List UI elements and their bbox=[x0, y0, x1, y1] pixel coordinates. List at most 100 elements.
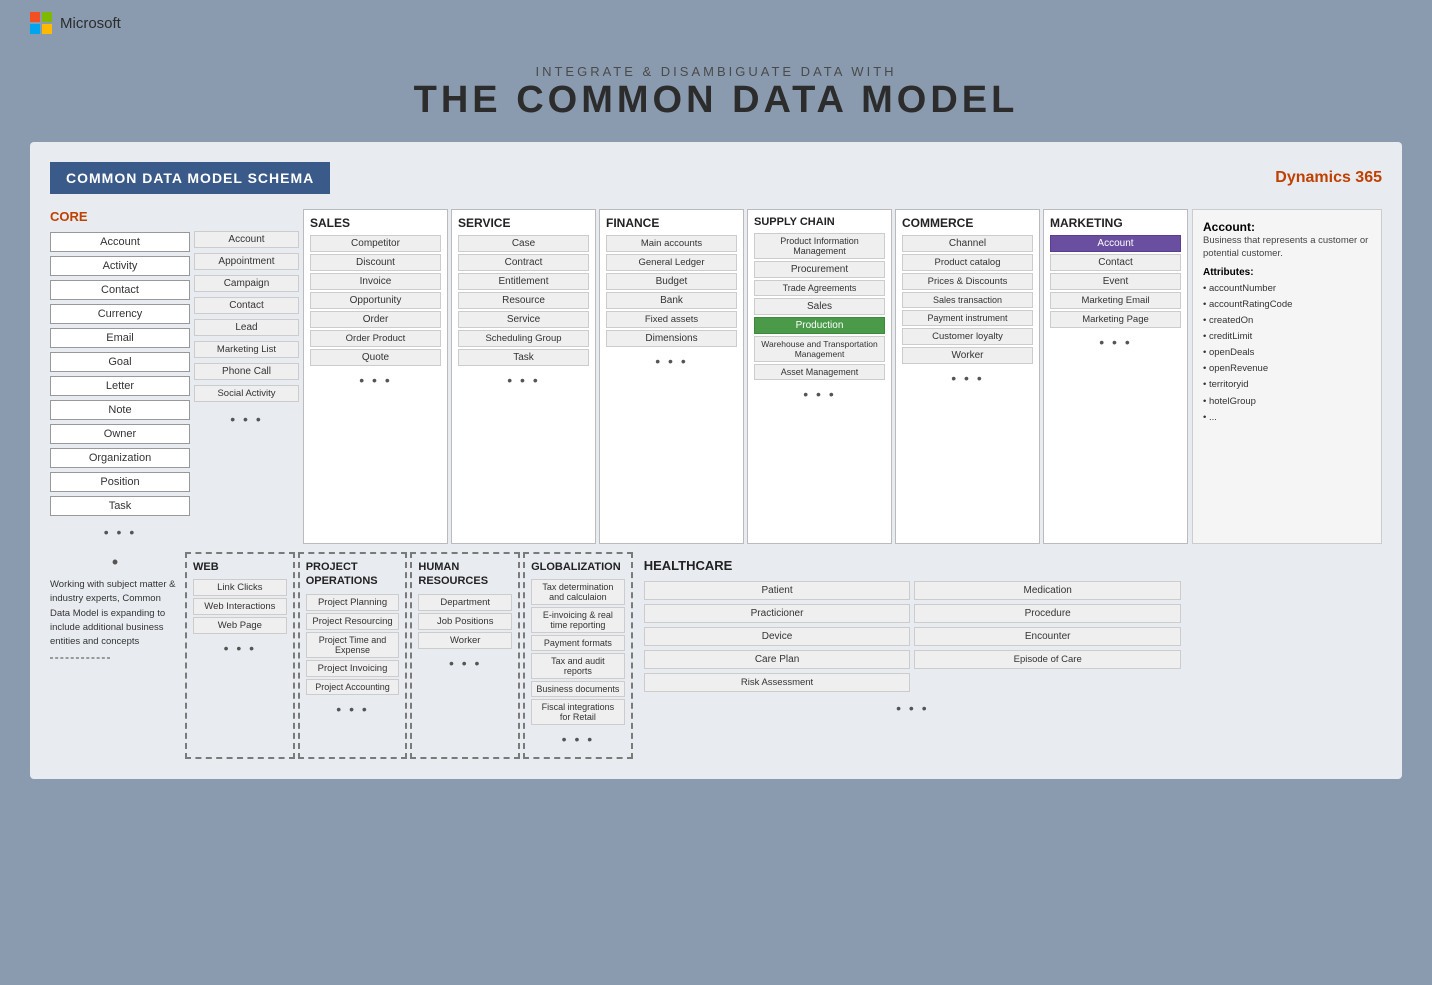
proj-invoicing: Project Invoicing bbox=[306, 660, 400, 677]
marketing-module-title: MARKETING bbox=[1050, 216, 1181, 230]
hr-more: • • • bbox=[418, 651, 512, 675]
core-item-note: Note bbox=[50, 400, 190, 420]
sc-product-info: Product Information Management bbox=[754, 233, 885, 259]
core-more: • • • bbox=[50, 520, 190, 544]
finance-module: FINANCE Main accounts General Ledger Bud… bbox=[599, 209, 744, 544]
glob-tax-audit: Tax and audit reports bbox=[531, 653, 625, 679]
commerce-prices: Prices & Discounts bbox=[902, 273, 1033, 290]
bottom-section: • Working with subject matter & industry… bbox=[50, 552, 1382, 759]
ms-square-green bbox=[42, 12, 52, 22]
sales-module-title: SALES bbox=[310, 216, 441, 230]
web-interactions: Web Interactions bbox=[193, 598, 287, 615]
module-columns: SALES Competitor Discount Invoice Opport… bbox=[303, 209, 1188, 544]
glob-biz-docs: Business documents bbox=[531, 681, 625, 697]
ms-square-blue bbox=[30, 24, 40, 34]
web-link-clicks: Link Clicks bbox=[193, 579, 287, 596]
web-module: WEB Link Clicks Web Interactions Web Pag… bbox=[185, 552, 295, 759]
finance-module-title: FINANCE bbox=[606, 216, 737, 230]
ms-square-yellow bbox=[42, 24, 52, 34]
sc-procurement: Procurement bbox=[754, 261, 885, 278]
core-label: CORE bbox=[50, 209, 190, 224]
service-case: Case bbox=[458, 235, 589, 252]
finance-fixed-assets: Fixed assets bbox=[606, 311, 737, 328]
dashed-boxes-group: WEB Link Clicks Web Interactions Web Pag… bbox=[185, 552, 633, 759]
sc-more: • • • bbox=[754, 382, 885, 406]
account-tooltip: Account: Business that represents a cust… bbox=[1192, 209, 1382, 544]
core-item-goal: Goal bbox=[50, 352, 190, 372]
main-container: COMMON DATA MODEL SCHEMA Dynamics 365 CO… bbox=[30, 142, 1402, 779]
service-service: Service bbox=[458, 311, 589, 328]
core-item-email: Email bbox=[50, 328, 190, 348]
glob-tax-det: Tax determination and calculaion bbox=[531, 579, 625, 605]
commerce-channel: Channel bbox=[902, 235, 1033, 252]
hr-job-positions: Job Positions bbox=[418, 613, 512, 630]
marketing-event: Event bbox=[1050, 273, 1181, 290]
finance-dimensions: Dimensions bbox=[606, 330, 737, 347]
attr-accountRatingCode: • accountRatingCode bbox=[1203, 297, 1371, 313]
finance-general-ledger: General Ledger bbox=[606, 254, 737, 271]
supply-chain-module: SUPPLY CHAIN Product Information Managem… bbox=[747, 209, 892, 544]
attr-createdOn: • createdOn bbox=[1203, 313, 1371, 329]
core-item-organization: Organization bbox=[50, 448, 190, 468]
account-tooltip-desc: Business that represents a customer or p… bbox=[1203, 234, 1371, 261]
ms-logo-squares bbox=[30, 12, 52, 34]
sc-production: Production bbox=[754, 317, 885, 334]
sales-opportunity: Opportunity bbox=[310, 292, 441, 309]
hc-more: • • • bbox=[644, 696, 1181, 720]
core-item-activity: Activity bbox=[50, 256, 190, 276]
core-item-account: Account bbox=[50, 232, 190, 252]
sales-sub-phone-call: Phone Call bbox=[194, 363, 299, 380]
commerce-loyalty: Customer loyalty bbox=[902, 328, 1033, 345]
service-more: • • • bbox=[458, 368, 589, 392]
service-module-title: SERVICE bbox=[458, 216, 589, 230]
bullet-icon: • bbox=[50, 552, 180, 573]
glob-fiscal: Fiscal integrations for Retail bbox=[531, 699, 625, 725]
finance-main-accounts: Main accounts bbox=[606, 235, 737, 252]
sales-order-product: Order Product bbox=[310, 330, 441, 347]
sales-sub-account: Account bbox=[194, 231, 299, 248]
account-attributes-label: Attributes: bbox=[1203, 267, 1371, 278]
marketing-module: MARKETING Account Contact Event Marketin… bbox=[1043, 209, 1188, 544]
commerce-module-title: COMMERCE bbox=[902, 216, 1033, 230]
sales-competitor: Competitor bbox=[310, 235, 441, 252]
hc-procedure: Procedure bbox=[914, 604, 1181, 623]
marketing-account: Account bbox=[1050, 235, 1181, 252]
marketing-email: Marketing Email bbox=[1050, 292, 1181, 309]
sales-order: Order bbox=[310, 311, 441, 328]
proj-time: Project Time and Expense bbox=[306, 632, 400, 658]
attr-openRevenue: • openRevenue bbox=[1203, 361, 1371, 377]
core-items-list: Account Activity Contact Currency Email … bbox=[50, 232, 190, 544]
core-item-contact: Contact bbox=[50, 280, 190, 300]
schema-header: COMMON DATA MODEL SCHEMA Dynamics 365 bbox=[50, 162, 1382, 194]
attr-territoryid: • territoryid bbox=[1203, 377, 1371, 393]
proj-planning: Project Planning bbox=[306, 594, 400, 611]
finance-bank: Bank bbox=[606, 292, 737, 309]
service-task: Task bbox=[458, 349, 589, 366]
finance-more: • • • bbox=[606, 349, 737, 373]
service-contract: Contract bbox=[458, 254, 589, 271]
proj-resourcing: Project Resourcing bbox=[306, 613, 400, 630]
supply-chain-module-title: SUPPLY CHAIN bbox=[754, 216, 885, 228]
sales-more: • • • bbox=[310, 368, 441, 392]
core-item-letter: Letter bbox=[50, 376, 190, 396]
hc-care-plan: Care Plan bbox=[644, 650, 911, 669]
web-title: WEB bbox=[193, 560, 287, 574]
service-scheduling-group: Scheduling Group bbox=[458, 330, 589, 347]
project-ops-title: PROJECT OPERATIONS bbox=[306, 560, 400, 589]
commerce-payment: Payment instrument bbox=[902, 310, 1033, 326]
commerce-more: • • • bbox=[902, 366, 1033, 390]
dynamics-label: Dynamics 365 bbox=[1275, 169, 1382, 187]
sales-sub-contact: Contact bbox=[194, 297, 299, 314]
core-section: CORE Account Activity Contact Currency E… bbox=[50, 209, 190, 544]
sales-quote: Quote bbox=[310, 349, 441, 366]
sales-sub-campaign: Campaign bbox=[194, 275, 299, 292]
sales-sub-more: • • • bbox=[194, 407, 299, 431]
sc-asset-management: Asset Management bbox=[754, 364, 885, 380]
commerce-worker: Worker bbox=[902, 347, 1033, 364]
marketing-page: Marketing Page bbox=[1050, 311, 1181, 328]
healthcare-grid: Patient Medication Practicioner Procedur… bbox=[644, 581, 1181, 720]
hr-worker: Worker bbox=[418, 632, 512, 649]
hc-device: Device bbox=[644, 627, 911, 646]
core-item-currency: Currency bbox=[50, 304, 190, 324]
globalization-module: GLOBALIZATION Tax determination and calc… bbox=[523, 552, 633, 759]
